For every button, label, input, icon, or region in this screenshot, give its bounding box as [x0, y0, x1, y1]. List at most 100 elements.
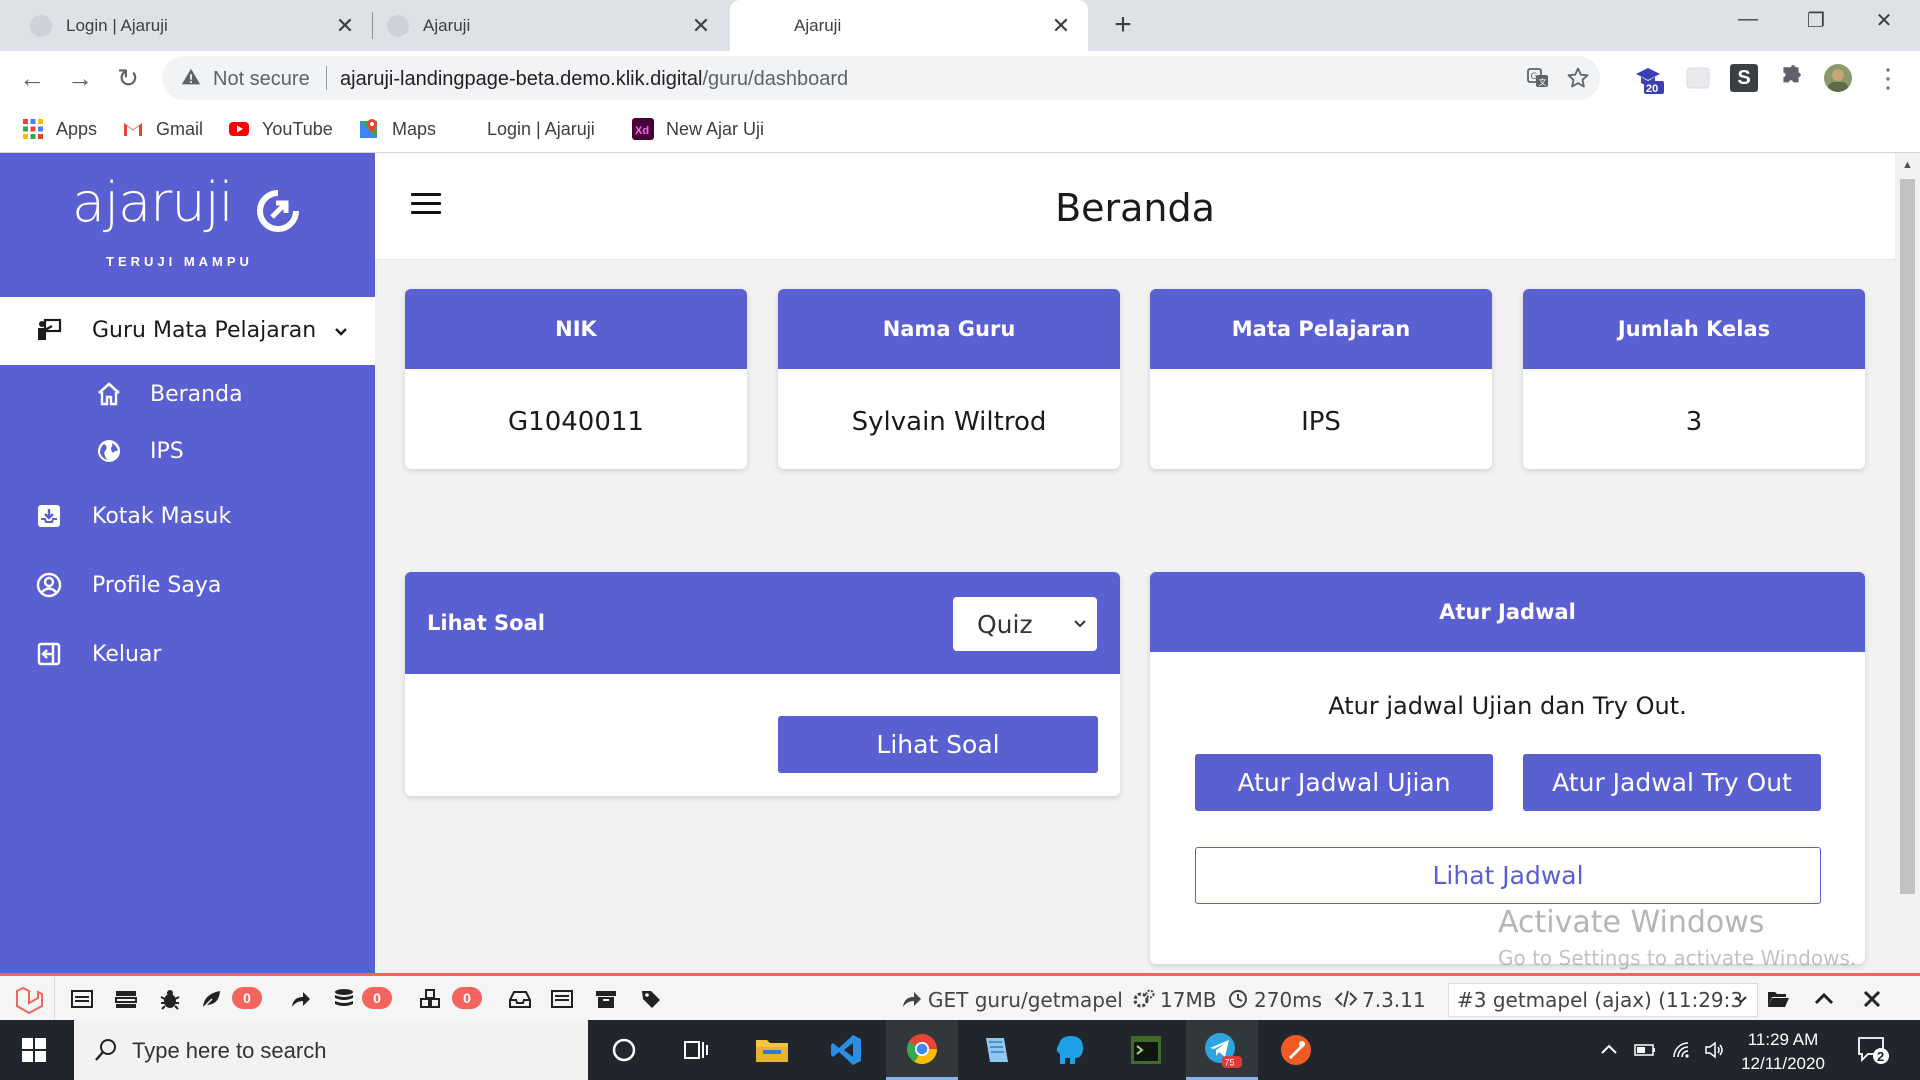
battery-icon[interactable]	[1634, 1040, 1656, 1060]
chevron-down-icon[interactable]	[1734, 995, 1748, 1005]
page-scrollbar[interactable]: ▲ ▼	[1895, 153, 1920, 1011]
sidebar-item-keluar[interactable]: Keluar	[36, 641, 161, 667]
scrollbar-thumb[interactable]	[1900, 179, 1915, 894]
reload-button[interactable]: ↻	[114, 64, 142, 92]
chrome-icon[interactable]	[886, 1020, 958, 1080]
chevron-up-icon[interactable]	[1812, 988, 1836, 1010]
windows-taskbar: Type here to search 75 11:29 AM 12/11/20…	[0, 1020, 1920, 1080]
bookmark-apps[interactable]: Apps	[22, 117, 97, 141]
scroll-up-arrow[interactable]: ▲	[1900, 159, 1915, 173]
bookmark-label: Gmail	[156, 118, 204, 139]
close-window-button[interactable]: ✕	[1864, 8, 1904, 38]
tags-icon[interactable]	[640, 988, 664, 1010]
back-button[interactable]: ←	[18, 64, 46, 92]
debug-memory-label[interactable]: 17MB	[1160, 988, 1216, 1012]
extensions-puzzle-icon[interactable]	[1778, 64, 1806, 92]
lihat-jadwal-button[interactable]: Lihat Jadwal	[1195, 847, 1821, 904]
views-leaf-icon[interactable]	[200, 988, 224, 1010]
request-list-icon[interactable]	[550, 988, 574, 1010]
graduation-cap-icon[interactable]: 20	[1634, 64, 1664, 95]
sidebar-item-beranda[interactable]: Beranda	[96, 381, 243, 407]
address-bar[interactable]: Not secure ajaruji-landingpage-beta.demo…	[162, 56, 1600, 100]
info-card-value: 3	[1685, 407, 1703, 437]
terminal-icon[interactable]	[1110, 1020, 1182, 1080]
sidebar-item-label: IPS	[150, 438, 184, 464]
bookmark-youtube[interactable]: YouTube	[228, 117, 333, 141]
tray-chevron-up-icon[interactable]	[1598, 1040, 1620, 1060]
bookmark-star-icon[interactable]	[1566, 66, 1590, 90]
cortana-icon[interactable]	[588, 1020, 660, 1080]
close-icon[interactable]	[1860, 988, 1884, 1010]
tab-ajaruji-active[interactable]: Ajaruji ✕	[730, 0, 1088, 51]
omnibox-divider	[326, 66, 327, 90]
code-icon	[1334, 990, 1358, 1008]
bookmark-login-ajaruji[interactable]: Login | Ajaruji	[463, 117, 595, 141]
extension-badge: 20	[1646, 83, 1658, 95]
open-folder-icon[interactable]	[1766, 988, 1790, 1010]
models-cubes-icon[interactable]	[418, 988, 442, 1010]
telegram-badge: 75	[1225, 1057, 1235, 1067]
restore-button[interactable]: ❐	[1796, 8, 1836, 38]
atur-jadwal-try-out-button[interactable]: Atur Jadwal Try Out	[1523, 754, 1821, 811]
tab-close-icon[interactable]: ✕	[1050, 14, 1072, 37]
translate-icon[interactable]: G文	[1526, 66, 1550, 90]
dashboard-content: NIK G1040011 Nama Guru Sylvain Wiltrod M…	[375, 260, 1895, 973]
url-text[interactable]: ajaruji-landingpage-beta.demo.klik.digit…	[340, 68, 848, 91]
exceptions-bug-icon[interactable]	[158, 988, 182, 1010]
task-view-icon[interactable]	[660, 1020, 732, 1080]
bookmark-new-ajar-uji[interactable]: Xd New Ajar Uji	[632, 117, 764, 141]
s-extension-icon[interactable]: S	[1730, 64, 1758, 92]
minimize-button[interactable]: —	[1728, 8, 1768, 38]
postman-icon[interactable]	[1260, 1020, 1332, 1080]
notepad-icon[interactable]	[960, 1020, 1032, 1080]
user-circle-icon	[36, 572, 62, 598]
debug-request-label[interactable]: GET guru/getmapel	[928, 988, 1123, 1012]
queries-database-icon[interactable]	[332, 988, 356, 1010]
sidebar-item-profile-saya[interactable]: Profile Saya	[36, 572, 221, 598]
messages-icon[interactable]	[70, 988, 94, 1010]
session-archive-icon[interactable]	[594, 988, 618, 1010]
sidebar-group-guru-mata-pelajaran[interactable]: Guru Mata Pelajaran	[0, 297, 375, 365]
ajaruji-logo[interactable]: ajaruji TERUJI MAMPU	[72, 171, 304, 269]
soal-type-value: Quiz	[977, 609, 1033, 639]
bookmark-maps[interactable]: Maps	[358, 117, 436, 141]
sidebar-group-header[interactable]: Guru Mata Pelajaran	[36, 317, 316, 343]
chevron-down-icon[interactable]	[334, 327, 348, 337]
info-card-label: Jumlah Kelas	[1523, 289, 1865, 369]
route-share-icon[interactable]	[288, 988, 312, 1010]
taskbar-search-box[interactable]: Type here to search	[74, 1020, 588, 1080]
timeline-icon[interactable]	[114, 988, 138, 1010]
security-label[interactable]: Not secure	[213, 68, 310, 91]
new-tab-button[interactable]: +	[1108, 10, 1138, 40]
taskbar-clock[interactable]: 11:29 AM 12/11/2020	[1728, 1028, 1838, 1076]
elephant-app-icon[interactable]	[1034, 1020, 1106, 1080]
tab-close-icon[interactable]: ✕	[334, 14, 356, 37]
forward-button[interactable]: →	[66, 64, 94, 92]
debug-request-select[interactable]: #3 getmapel (ajax) (11:29:3	[1448, 983, 1758, 1017]
bookmark-label: New Ajar Uji	[666, 118, 765, 139]
sidebar-item-ips[interactable]: IPS	[96, 438, 184, 464]
extension-grey-icon[interactable]	[1684, 64, 1712, 92]
lihat-soal-button[interactable]: Lihat Soal	[778, 716, 1098, 773]
debug-time-label[interactable]: 270ms	[1254, 988, 1322, 1012]
vscode-icon[interactable]	[810, 1020, 882, 1080]
bookmark-gmail[interactable]: Gmail	[122, 117, 203, 141]
windows-start-icon[interactable]	[22, 1038, 46, 1062]
browser-menu-icon[interactable]: ⋮	[1874, 64, 1902, 92]
sidebar-item-kotak-masuk[interactable]: Kotak Masuk	[36, 503, 231, 529]
info-card-value: IPS	[1301, 407, 1341, 437]
file-explorer-icon[interactable]	[736, 1020, 808, 1080]
wifi-icon[interactable]	[1672, 1040, 1694, 1060]
telegram-icon[interactable]: 75	[1186, 1020, 1258, 1080]
profile-avatar[interactable]	[1824, 64, 1852, 92]
soal-type-select[interactable]: Quiz	[953, 597, 1097, 651]
tab-login-ajaruji[interactable]: Login | Ajaruji ✕	[0, 0, 372, 51]
laravel-logo-icon[interactable]	[14, 986, 44, 1014]
mail-inbox-icon[interactable]	[508, 988, 532, 1010]
volume-icon[interactable]	[1704, 1040, 1726, 1060]
action-center-icon[interactable]: 2	[1856, 1034, 1890, 1066]
warning-icon[interactable]	[180, 66, 202, 88]
tab-ajaruji[interactable]: Ajaruji ✕	[373, 0, 728, 51]
atur-jadwal-ujian-button[interactable]: Atur Jadwal Ujian	[1195, 754, 1493, 811]
tab-close-icon[interactable]: ✕	[690, 14, 712, 37]
